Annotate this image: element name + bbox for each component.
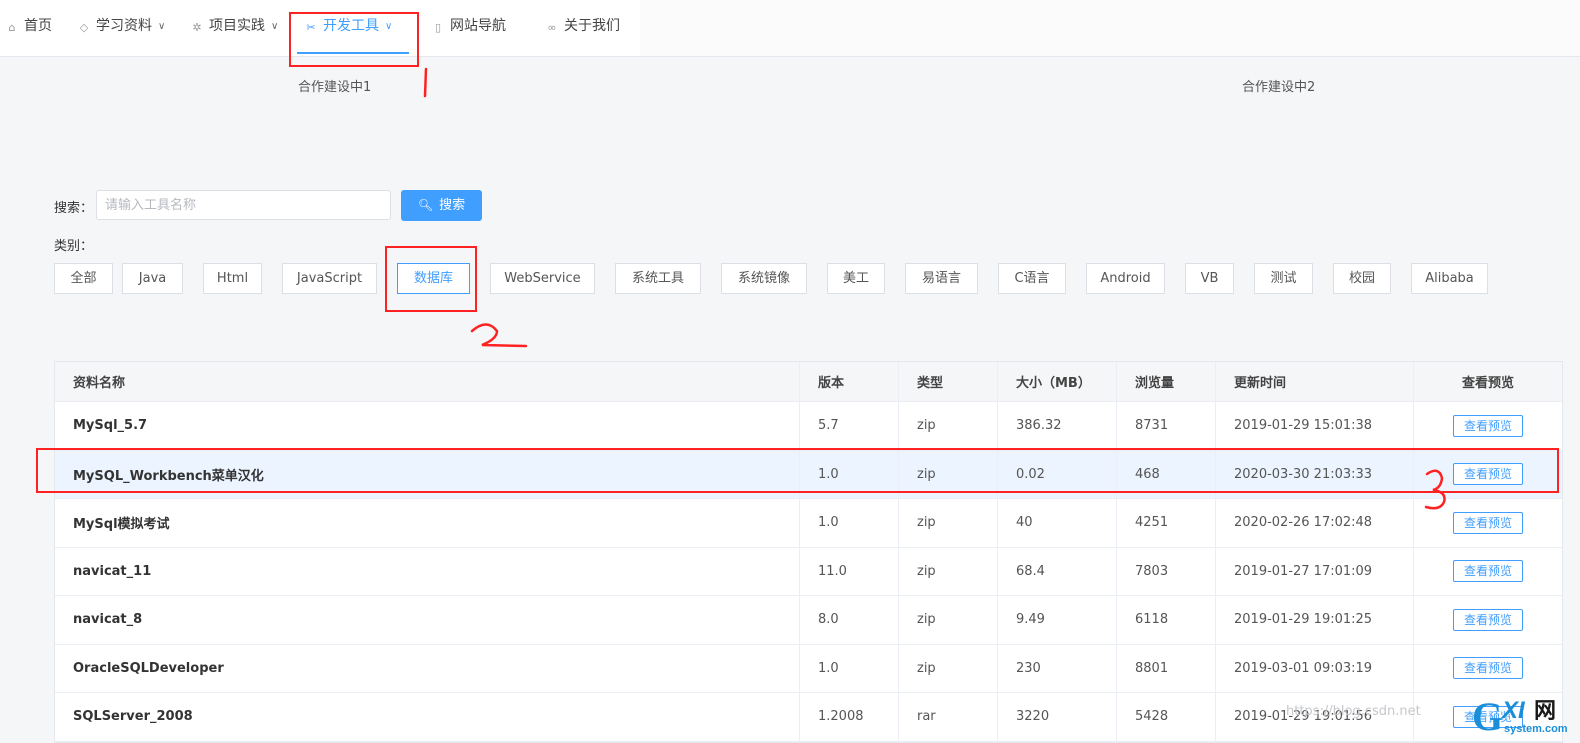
annotation-mark-1	[423, 67, 428, 98]
logo-domain: system.com	[1504, 723, 1568, 735]
logo-char-wang: 网	[1534, 699, 1556, 724]
annotation-marks	[423, 67, 1446, 510]
logo-letters-xi: XI	[1500, 697, 1526, 724]
annotation-mark-2	[470, 323, 528, 348]
gxi-logo-image: G XI 网 system.com	[1472, 694, 1568, 739]
gxi-logo: G XI 网 system.com	[1470, 690, 1580, 739]
annotation-mark-3	[1424, 469, 1446, 510]
logo-letter-g: G	[1472, 694, 1503, 737]
